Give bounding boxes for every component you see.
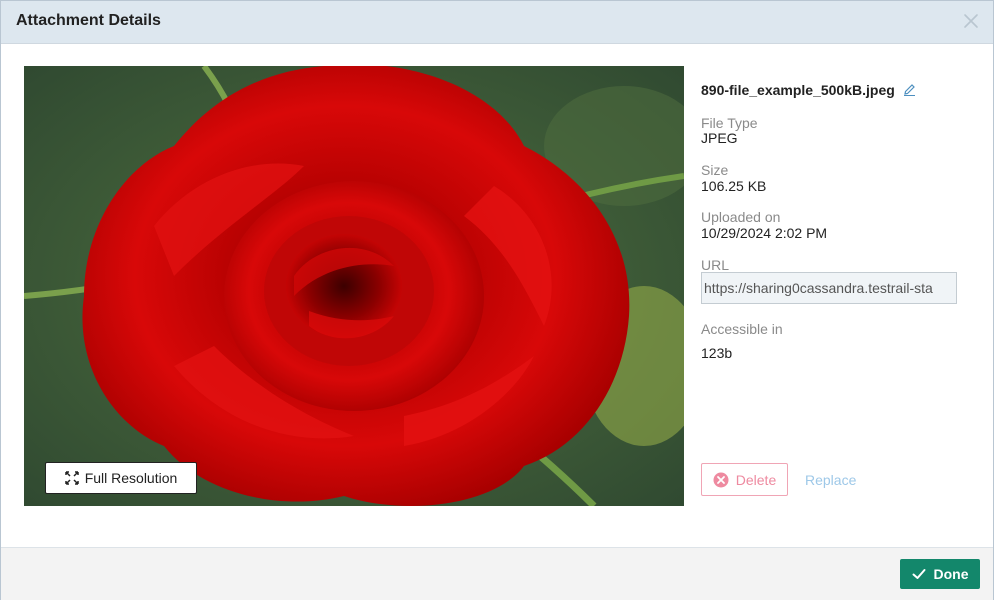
- delete-button[interactable]: Delete: [701, 463, 788, 496]
- size-value: 106.25 KB: [701, 178, 767, 194]
- full-resolution-button[interactable]: Full Resolution: [45, 462, 197, 494]
- check-icon: [912, 569, 925, 579]
- file-type-value: JPEG: [701, 130, 738, 146]
- uploaded-on-value: 10/29/2024 2:02 PM: [701, 225, 828, 241]
- url-field[interactable]: [701, 272, 957, 304]
- uploaded-on-label: Uploaded on: [701, 209, 781, 225]
- filename: 890-file_example_500kB.jpeg: [701, 82, 895, 98]
- full-resolution-label: Full Resolution: [84, 470, 178, 486]
- file-type-label: File Type: [701, 115, 758, 131]
- accessible-in-value: 123b: [701, 345, 733, 361]
- done-button[interactable]: Done: [900, 559, 980, 589]
- url-label: URL: [701, 257, 730, 273]
- pencil-icon[interactable]: [903, 83, 916, 96]
- x-circle-icon: [713, 472, 729, 487]
- size-label: Size: [701, 162, 729, 178]
- filename-row: 890-file_example_500kB.jpeg: [701, 82, 916, 98]
- replace-link[interactable]: Replace: [805, 472, 856, 488]
- expand-arrows-icon: [64, 471, 79, 485]
- attachment-details-dialog: Attachment Details Full Resolution 890-f…: [0, 0, 994, 600]
- dialog-header: Attachment Details: [1, 1, 993, 44]
- accessible-in-label: Accessible in: [701, 321, 783, 337]
- close-icon[interactable]: [961, 11, 981, 31]
- dialog-footer: Done: [1, 547, 993, 600]
- image-preview: Full Resolution: [24, 66, 684, 506]
- done-label: Done: [933, 566, 969, 582]
- rose-image: [24, 66, 684, 506]
- delete-label: Delete: [735, 471, 777, 488]
- dialog-title: Attachment Details: [16, 12, 161, 29]
